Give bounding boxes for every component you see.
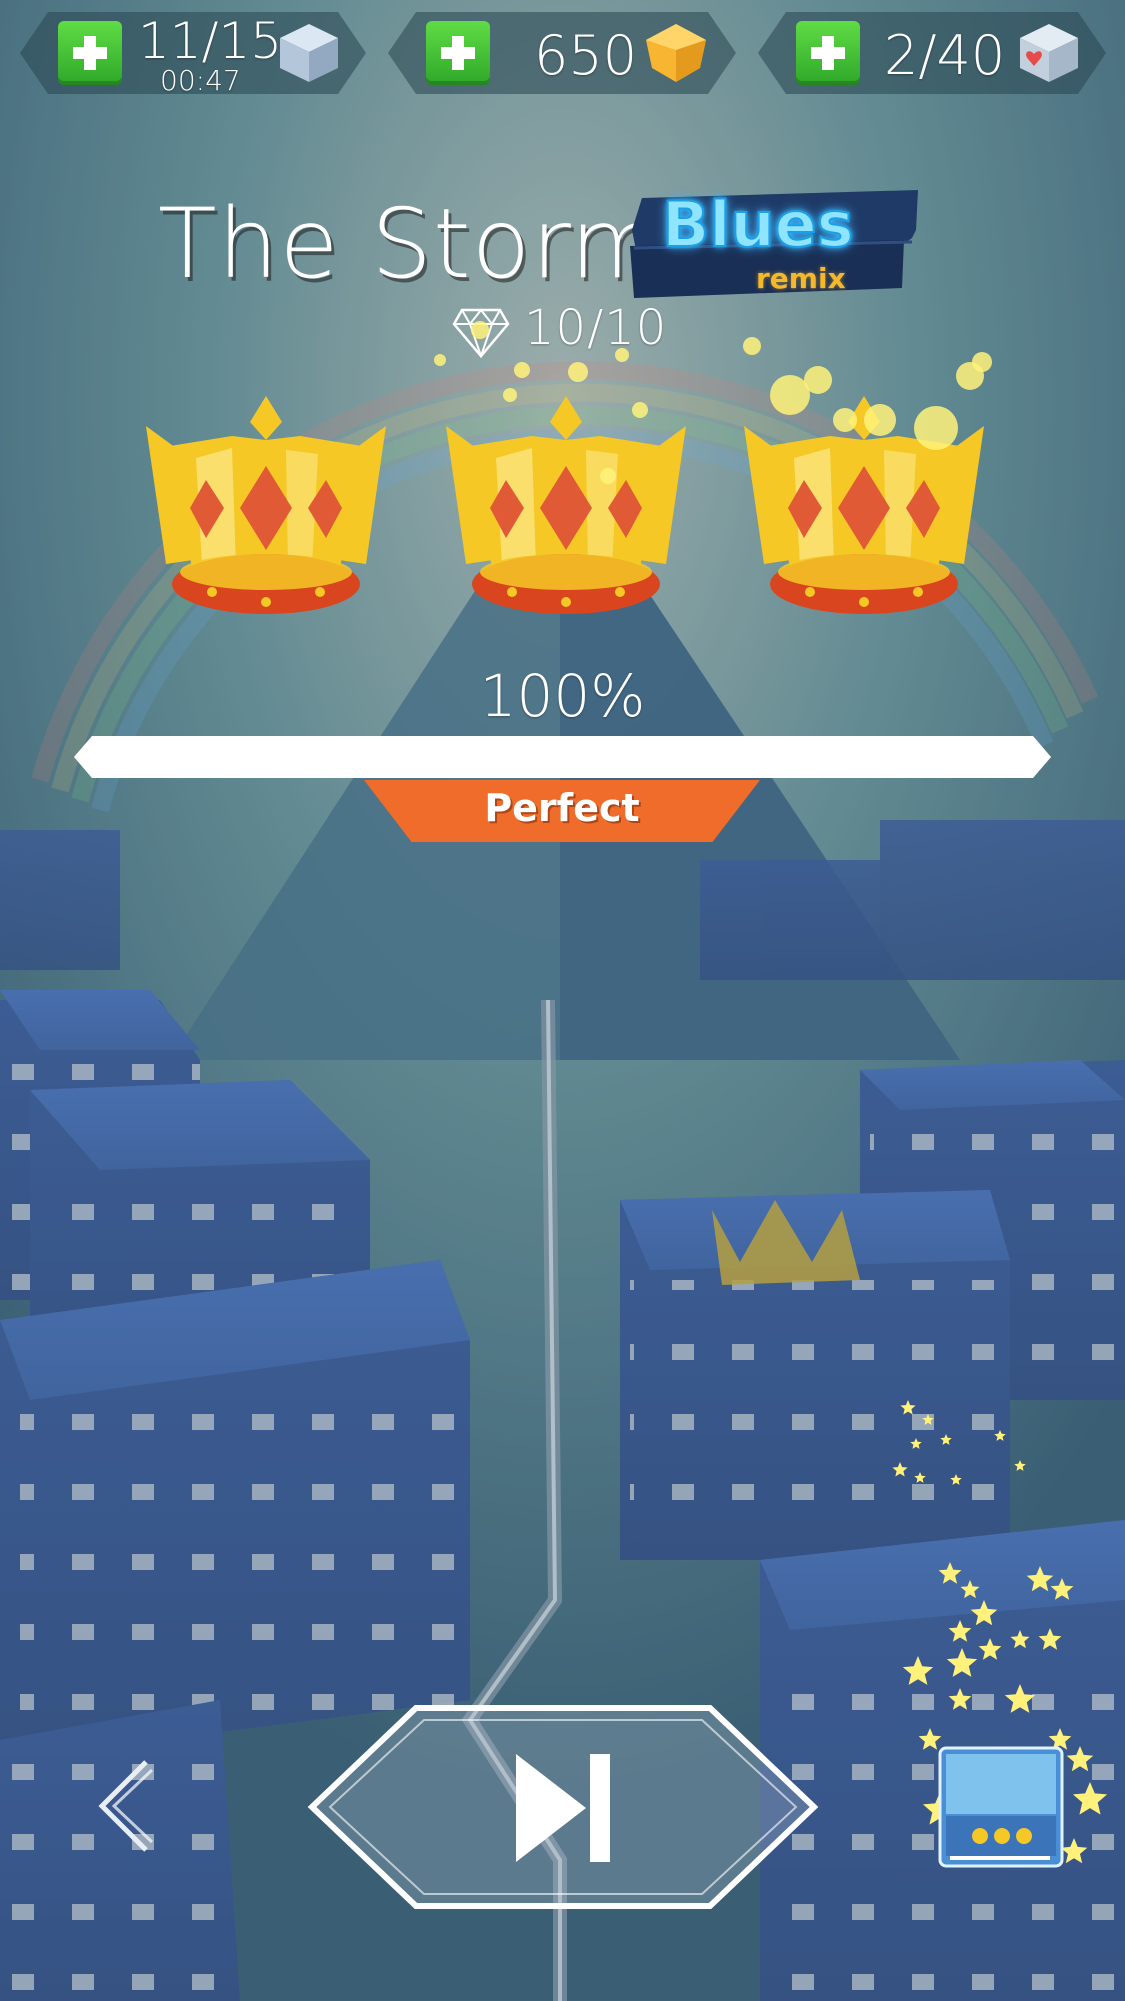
add-gems-button[interactable]: [426, 21, 490, 85]
remix-badge: Blues remix: [628, 187, 920, 300]
heart-count: 2/40: [884, 24, 1006, 87]
game-screen: 11/15 00:47 650 2/40 The Storm Blues rem…: [0, 0, 1125, 2001]
completion-progress-fill: [74, 736, 1051, 778]
rating-label: Perfect: [484, 786, 640, 830]
heart-counter: 2/40: [758, 12, 1106, 94]
heart-cube-icon: [1016, 20, 1082, 86]
gift-thumbnail-icon: [938, 1746, 1064, 1868]
gift-thumbnail-button[interactable]: [936, 1744, 1066, 1870]
completion-progress-bar: [74, 736, 1051, 778]
crown-earned-icon: [146, 396, 386, 614]
crown-earned-icon: [744, 396, 984, 614]
remix-style-label: Blues: [661, 187, 855, 262]
add-hearts-button[interactable]: [796, 21, 860, 85]
completion-percent: 100%: [479, 662, 646, 730]
diamond-count: 10/10: [524, 300, 668, 356]
continue-button[interactable]: [306, 1702, 820, 1912]
gem-counter: 650: [388, 12, 736, 94]
chevron-left-icon[interactable]: [88, 1756, 158, 1856]
energy-counter: 11/15 00:47: [20, 12, 366, 94]
gem-count: 650: [534, 24, 638, 87]
crown-earned-icon: [446, 396, 686, 614]
rating-banner: Perfect: [364, 780, 760, 842]
gold-gem-icon: [640, 20, 712, 86]
add-energy-button[interactable]: [58, 21, 122, 85]
remix-sub-label: remix: [756, 262, 846, 295]
skip-next-icon: [516, 1754, 610, 1862]
energy-count: 11/15: [138, 12, 283, 70]
blue-cube-icon: [276, 20, 342, 86]
diamond-icon: [452, 308, 510, 358]
song-title: The Storm: [158, 188, 665, 300]
energy-timer: 00:47: [160, 64, 241, 97]
